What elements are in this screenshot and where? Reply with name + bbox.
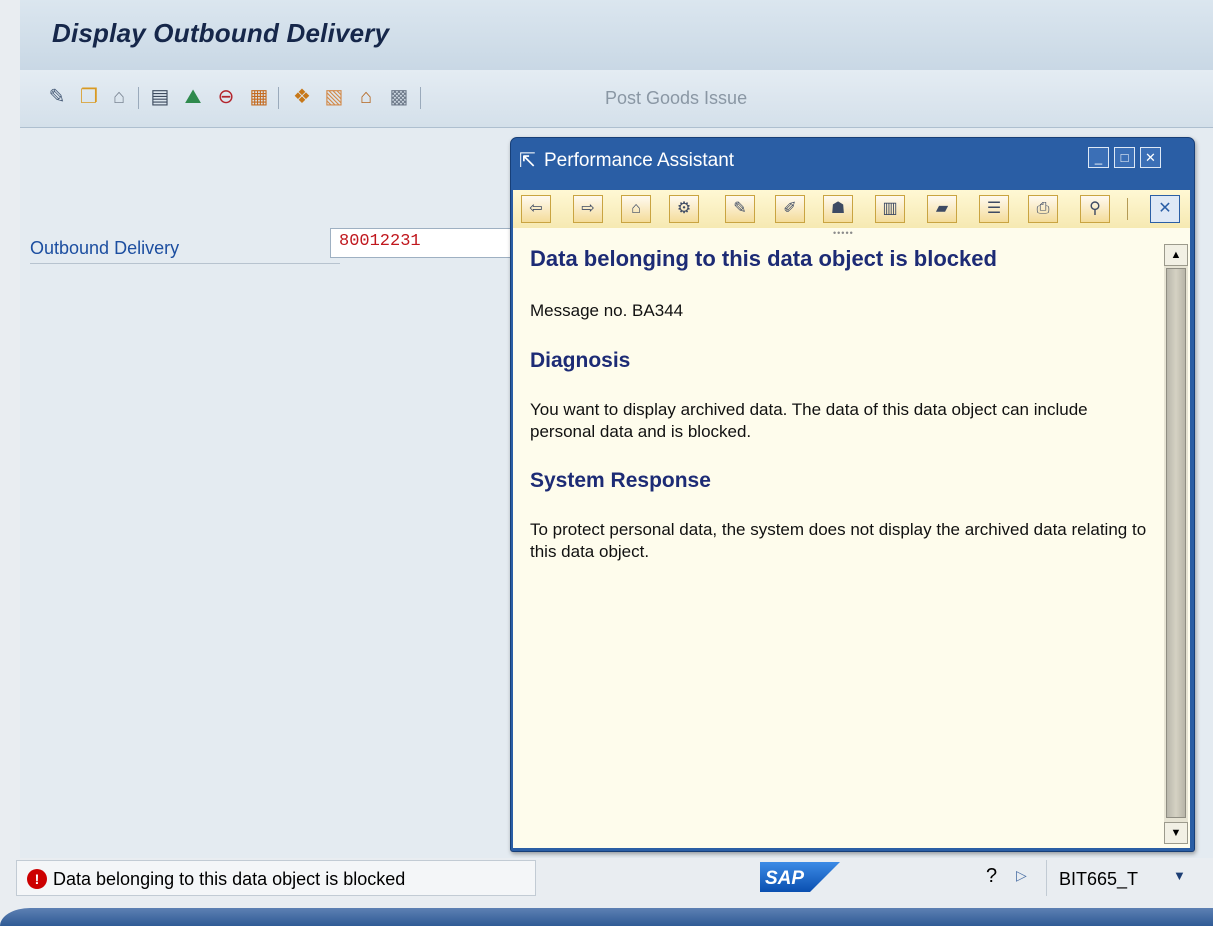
error-icon: !	[27, 869, 47, 889]
minimize-button[interactable]: _	[1088, 147, 1109, 168]
texts-icon[interactable]: ⊖	[214, 85, 238, 109]
delete-icon[interactable]: ⌂	[107, 85, 131, 109]
help-text: Data belonging to this data object is bl…	[530, 246, 1150, 589]
close-icon[interactable]: ✕	[1150, 195, 1180, 223]
system-name: BIT665_T	[1059, 869, 1139, 889]
toolbar-separator	[278, 87, 279, 109]
system-response-text: To protect personal data, the system doe…	[530, 520, 1147, 561]
extended-help-icon[interactable]: ✐	[775, 195, 805, 223]
popup-title: Performance Assistant	[544, 150, 735, 171]
pack-icon[interactable]: ❖	[290, 85, 314, 109]
bottom-decoration	[0, 908, 1213, 926]
print-icon[interactable]: ⎙	[1028, 195, 1058, 223]
glossary-icon[interactable]: ▥	[875, 195, 905, 223]
application-help-icon[interactable]: ☗	[823, 195, 853, 223]
find-icon[interactable]: ⚲	[1080, 195, 1110, 223]
help-content: ••••• Data belonging to this data object…	[513, 228, 1190, 848]
partner-icon[interactable]: ⛰	[181, 85, 205, 109]
maximize-button[interactable]: □	[1114, 147, 1135, 168]
help-heading: Data belonging to this data object is bl…	[530, 246, 997, 271]
system-info[interactable]: BIT665_T ▼	[1046, 860, 1202, 896]
splitter-handle[interactable]: •••••	[833, 228, 854, 238]
edit-icon[interactable]: ✎	[725, 195, 755, 223]
outbound-delivery-input[interactable]: 80012231	[330, 228, 530, 258]
picking-icon[interactable]: ▧	[322, 85, 346, 109]
overview-icon[interactable]: ▩	[387, 85, 411, 109]
diagnosis-heading: Diagnosis	[530, 349, 631, 372]
application-toolbar: ✎ ❐ ⌂ ▤ ⛰ ⊖ ▦ ❖ ▧ ⌂ ▩ Post Goods Issue	[20, 70, 1213, 128]
message-number: Message no. BA344	[530, 301, 684, 320]
home-icon[interactable]: ⌂	[621, 195, 651, 223]
system-response-heading: System Response	[530, 469, 711, 492]
header-details-icon[interactable]: ▤	[148, 85, 172, 109]
toolbar-separator	[138, 87, 139, 109]
performance-assistant-icon: ⇱	[519, 150, 536, 172]
status-message-box[interactable]: ! Data belonging to this data object is …	[16, 860, 536, 896]
feedback-icon[interactable]: ☰	[979, 195, 1009, 223]
outbound-delivery-label: Outbound Delivery	[30, 238, 180, 258]
post-goods-issue-button[interactable]: Post Goods Issue	[605, 88, 747, 109]
change-display-icon[interactable]: ❐	[77, 85, 101, 109]
other-object-icon[interactable]: ✎	[45, 85, 69, 109]
field-underline	[30, 263, 340, 264]
forward-icon[interactable]: ⇨	[573, 195, 603, 223]
dates-icon[interactable]: ▦	[247, 85, 271, 109]
expand-status-icon[interactable]: ▷	[1016, 867, 1027, 884]
toolbar-separator	[1127, 198, 1128, 220]
chevron-down-icon[interactable]: ▼	[1173, 868, 1186, 883]
performance-assistant-window: ⇱ Performance Assistant _ □ ✕ ⇦ ⇨ ⌂ ⚙ ✎ …	[510, 137, 1195, 852]
technical-info-icon[interactable]: ⚙	[669, 195, 699, 223]
back-icon[interactable]: ⇦	[521, 195, 551, 223]
vertical-scrollbar[interactable]: ▲ ▼	[1164, 244, 1188, 844]
help-icon[interactable]: ?	[986, 865, 997, 888]
toolbar-separator	[420, 87, 421, 109]
performance-assistant-toolbar: ⇦ ⇨ ⌂ ⚙ ✎ ✐ ☗ ▥ ▰ ☰ ⎙ ⚲ ✕	[513, 190, 1190, 228]
close-window-button[interactable]: ✕	[1140, 147, 1161, 168]
status-bar: ! Data belonging to this data object is …	[0, 858, 1213, 898]
scroll-down-icon[interactable]: ▼	[1164, 822, 1188, 844]
scroll-thumb[interactable]	[1166, 268, 1186, 818]
warehouse-icon[interactable]: ⌂	[354, 85, 378, 109]
scroll-up-icon[interactable]: ▲	[1164, 244, 1188, 266]
release-notes-icon[interactable]: ▰	[927, 195, 957, 223]
title-bar: Display Outbound Delivery	[20, 0, 1213, 71]
page-title: Display Outbound Delivery	[52, 18, 390, 48]
sap-logo: SAP	[760, 862, 840, 892]
sap-logo-text: SAP	[765, 868, 804, 889]
diagnosis-text: You want to display archived data. The d…	[530, 400, 1088, 441]
status-message: Data belonging to this data object is bl…	[53, 869, 406, 889]
